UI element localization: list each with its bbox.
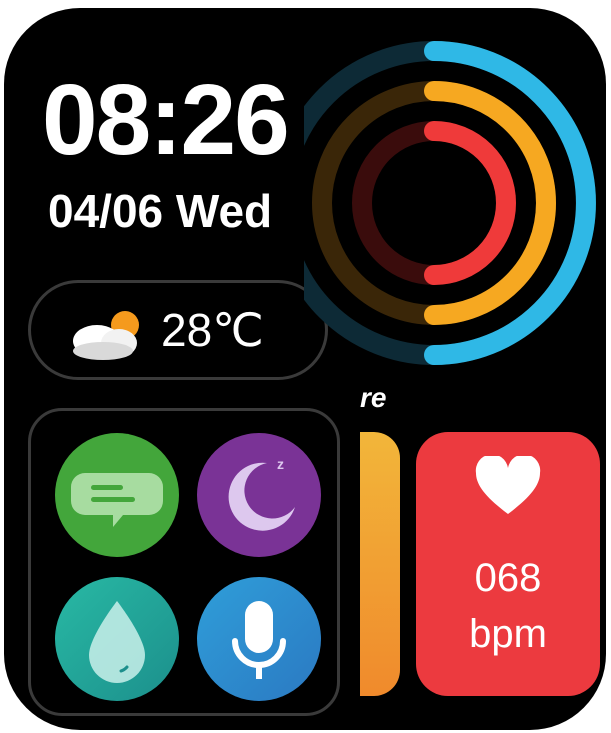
voice-app-button[interactable] <box>197 577 321 701</box>
sleep-app-button[interactable]: z <box>197 433 321 557</box>
message-icon <box>71 473 163 527</box>
weather-widget[interactable]: 28℃ <box>28 280 328 380</box>
moon-icon: z <box>228 456 295 531</box>
heart-icon <box>475 456 541 514</box>
microphone-icon <box>232 601 286 679</box>
heart-rate-unit: bpm <box>469 612 547 656</box>
messages-app-button[interactable] <box>55 433 179 557</box>
water-app-button[interactable] <box>55 577 179 701</box>
weather-temperature: 28℃ <box>161 304 264 356</box>
activity-partial-label: re <box>360 382 387 413</box>
app-shortcuts-panel: z <box>28 408 340 716</box>
clock-date: 04/06 Wed <box>48 185 273 237</box>
heart-rate-card[interactable]: 068 bpm <box>416 432 600 696</box>
activity-strip[interactable] <box>360 432 400 696</box>
svg-text:z: z <box>277 456 284 472</box>
water-drop-icon <box>89 601 145 683</box>
activity-rings[interactable] <box>304 28 604 388</box>
inner-ring-progress <box>424 121 516 285</box>
clock-time: 08:26 <box>42 64 290 176</box>
partly-cloudy-icon <box>73 311 139 360</box>
heart-rate-value: 068 <box>474 556 542 600</box>
watch-face: 08:26 04/06 Wed 28℃ z re 068 bpm <box>4 8 606 730</box>
